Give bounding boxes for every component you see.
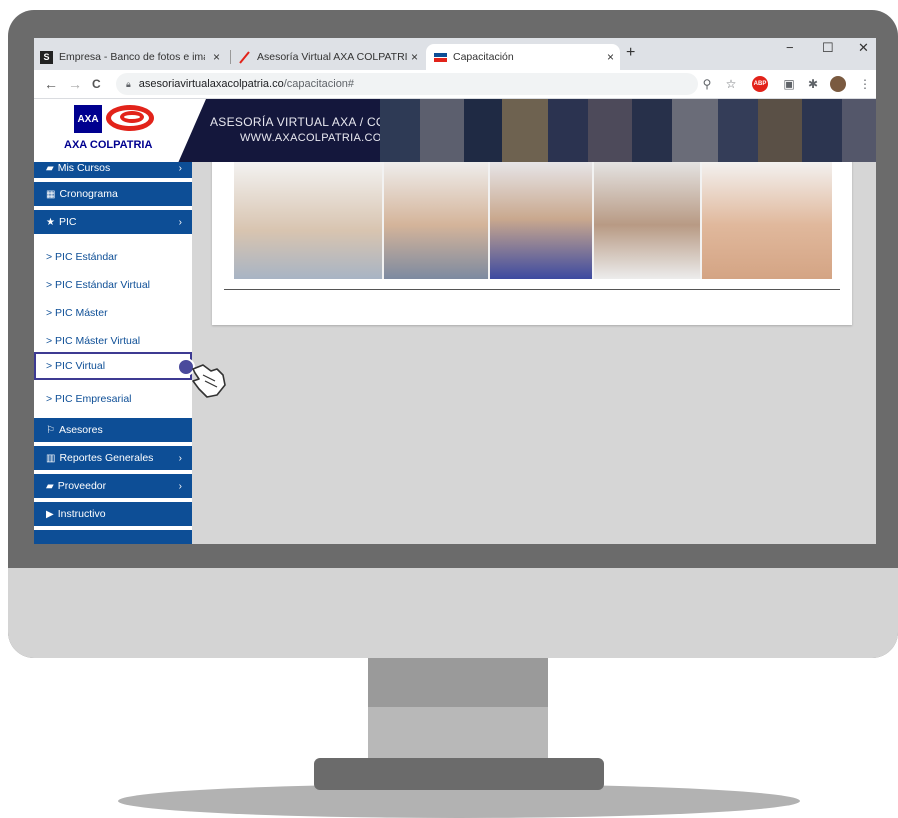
book-icon: ▰ [46,162,54,174]
chart-icon: ▥ [46,452,56,464]
axa-logo-icon: AXA [74,105,102,133]
tab-asesoria[interactable]: Asesoría Virtual AXA COLPATRIA × [238,44,424,70]
tab-capacitacion[interactable]: Capacitación × [426,44,620,70]
divider-line [224,289,840,290]
sidebar-item-pic-virtual[interactable]: > PIC Virtual [34,352,192,380]
close-tab-icon[interactable]: × [213,50,220,64]
chevron-right-icon: › [178,452,182,464]
close-tab-icon[interactable]: × [411,50,418,64]
sidebar-item-label: > PIC Estándar Virtual [46,279,150,291]
lock-icon: 🔒︎ [126,78,131,89]
sidebar-item-reportes-generales[interactable]: ▥ Reportes Generales › [34,446,192,472]
sidebar-item-label: PIC [58,216,77,228]
sidebar-item-label: Asesores [58,424,103,436]
monitor-stand-neck [368,658,548,760]
content-card [212,139,852,325]
monitor-stand-foot [314,758,604,790]
profile-icon[interactable] [830,76,846,92]
monitor-chin [8,568,898,658]
close-window-button[interactable]: ✕ [858,40,869,56]
sidebar-item-pic-empresarial[interactable]: > PIC Empresarial [34,386,192,412]
zoom-icon[interactable]: ⚲ [700,77,714,91]
sidebar-item-instructivo[interactable]: ▶ Instructivo [34,502,192,528]
adblock-label: ABP [753,81,767,87]
chevron-right-icon: › [178,480,182,492]
logo-area[interactable]: AXA AXA COLPATRIA [34,99,206,162]
close-tab-icon[interactable]: × [607,50,614,64]
url-host: asesoriavirtualaxacolpatria.co [138,78,284,90]
banner-url: WWW.AXACOLPATRIA.CO [240,132,382,144]
sidebar-item-label: > PIC Empresarial [46,393,132,405]
browser-window: S Empresa - Banco de fotos e imág × Ases… [34,38,876,544]
shutterstock-favicon-icon: S [40,50,53,64]
sidebar-item-label: > PIC Máster [46,307,108,319]
minimize-button[interactable]: − [786,40,794,55]
monitor-bezel-right [876,38,880,544]
book-icon: ▰ [46,480,54,492]
sidebar-item-asesores[interactable]: ⚐ Asesores [34,418,192,444]
sidebar-item-label: Reportes Generales [59,452,154,464]
sidebar-item-pic-master-virtual[interactable]: > PIC Máster Virtual [34,328,192,354]
address-bar-row: ← → C 🔒︎ asesoriavirtualaxacolpatria.co /… [34,70,876,99]
menu-icon[interactable]: ⋮ [858,77,872,91]
logo-text: AXA COLPATRIA [64,139,153,151]
chevron-right-icon: › [178,216,182,228]
calendar-icon: ▦ [46,188,56,200]
maximize-button[interactable]: ☐ [822,40,834,56]
tab-label: Capacitación [453,51,514,63]
colpatria-swirl-inner-icon [120,111,144,123]
tab-label: Empresa - Banco de fotos e imág [59,51,205,63]
sidebar-nav: ▰ Mis Cursos › ▦ Cronograma ★ PIC › > PI… [34,158,192,544]
sidebar-item-partial[interactable] [34,530,192,544]
back-button[interactable]: ← [44,76,58,92]
tab-label: Asesoría Virtual AXA COLPATRIA [257,51,407,63]
sidebar-item-label: Cronograma [59,188,118,200]
new-tab-button[interactable]: + [626,44,635,62]
sidebar-item-pic-master[interactable]: > PIC Máster [34,300,192,326]
chevron-right-icon: › [178,162,182,174]
adblock-icon[interactable]: ABP [752,76,768,92]
sidebar-item-cronograma[interactable]: ▦ Cronograma [34,182,192,208]
extensions-icon[interactable]: ✱ [806,77,820,91]
star-icon: ★ [46,216,55,228]
cast-icon[interactable]: ▣ [782,77,796,91]
play-icon: ▶ [46,508,54,520]
url-path: /capacitacion# [283,78,355,90]
forward-button[interactable]: → [68,76,82,92]
star-icon[interactable]: ☆ [724,77,738,91]
sidebar-item-label: Proveedor [57,480,107,492]
hand-cursor-icon [192,364,226,398]
tab-divider [230,50,231,64]
tab-bar: S Empresa - Banco de fotos e imág × Ases… [34,38,876,70]
sidebar-item-pic[interactable]: ★ PIC › [34,210,192,236]
axa-slash-favicon-icon [238,50,251,64]
sidebar-item-label: > PIC Virtual [46,360,106,372]
sidebar-item-pic-estandar[interactable]: > PIC Estándar [34,244,192,270]
reload-button[interactable]: C [92,77,101,91]
page-content: AXA AXA COLPATRIA ASESORÍA VIRTUAL AXA /… [34,99,876,544]
site-banner: AXA AXA COLPATRIA ASESORÍA VIRTUAL AXA /… [34,99,876,162]
sidebar-item-proveedor[interactable]: ▰ Proveedor › [34,474,192,500]
sidebar-item-label: Instructivo [57,508,106,520]
site-favicon-icon [434,51,447,64]
flag-icon: ⚐ [46,424,55,436]
banner-photo-collage [380,99,876,162]
training-photo-strip [234,159,832,279]
sidebar-item-pic-estandar-virtual[interactable]: > PIC Estándar Virtual [34,272,192,298]
tab-empresa[interactable]: S Empresa - Banco de fotos e imág × [40,44,226,70]
sidebar-item-label: > PIC Máster Virtual [46,335,141,347]
sidebar-item-label: Mis Cursos [57,162,111,174]
sidebar-item-label: > PIC Estándar [46,251,118,263]
url-field[interactable]: 🔒︎ asesoriavirtualaxacolpatria.co/capaci… [116,73,698,95]
